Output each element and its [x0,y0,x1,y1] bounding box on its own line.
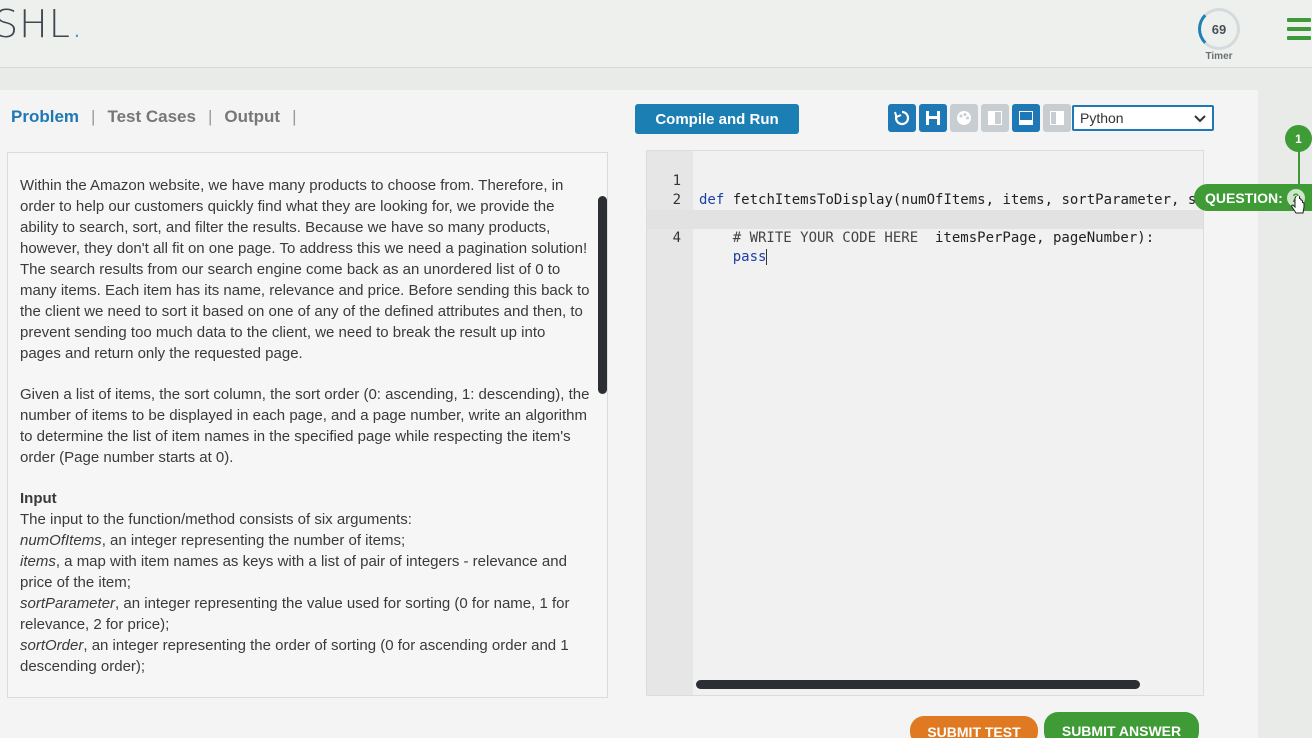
code-line[interactable]: 3 # WRITE YOUR CODE HERE [647,191,1203,246]
logo-text: SHL [0,2,71,46]
text-cursor [766,249,768,265]
problem-tabs: Problem | Test Cases | Output | [11,107,309,127]
code-keyword: pass [699,249,767,265]
hand-cursor-icon [1290,194,1306,221]
arg-desc: , a map with item names as keys with a l… [20,553,567,591]
code-line-active[interactable]: 4 pass [647,210,1203,265]
language-select[interactable]: Python [1072,105,1214,131]
arg-name: sortOrder [20,637,84,654]
hamburger-menu-icon[interactable] [1287,18,1311,40]
arg-name: items [20,553,56,570]
split-layout-icon[interactable] [1043,104,1071,132]
problem-text: Within the Amazon website, we have many … [20,175,590,677]
line-number: 4 [672,230,681,246]
arg-desc: , an integer representing the order of s… [20,637,569,675]
problem-paragraph-2: Given a list of items, the sort column, … [20,386,590,466]
timer-value: 69 [1211,21,1227,37]
tab-test-cases[interactable]: Test Cases [107,107,196,127]
editor-toolbar [888,104,1071,132]
language-value: Python [1080,110,1124,126]
code-text: pass [699,248,768,267]
problem-description-panel: Within the Amazon website, we have many … [7,152,608,698]
split-horizontal-icon[interactable] [1012,104,1040,132]
timer-label: Timer [1205,51,1233,62]
tab-problem[interactable]: Problem [11,107,79,127]
editor-horizontal-scrollbar[interactable] [696,680,1140,689]
arg-name: sortParameter [20,595,116,612]
timer-circle: 69 [1198,8,1240,50]
tab-separator: | [91,107,96,126]
question-label: QUESTION: [1205,189,1283,206]
code-line[interactable]: 1 def fetchItemsToDisplay(numOfItems, it… [647,153,1203,208]
arg-item: sortParameter, an integer representing t… [20,593,590,635]
question-number-badge[interactable]: 1 [1285,125,1312,152]
arg-item: numOfItems, an integer representing the … [20,530,590,551]
tab-output[interactable]: Output [224,107,280,127]
question-connector-line [1298,150,1300,186]
chevron-down-icon [1194,110,1206,126]
submit-answer-button[interactable]: SUBMIT ANSWER [1044,712,1199,738]
input-heading: Input [20,490,57,507]
tab-separator: | [207,107,213,126]
submit-test-button[interactable]: SUBMIT TEST [910,716,1038,738]
arg-desc: , an integer representing the number of … [101,532,406,549]
arg-item: sortOrder, an integer representing the o… [20,635,590,677]
problem-scrollbar[interactable] [598,196,607,394]
input-intro: The input to the function/method consist… [20,511,412,528]
reset-icon[interactable] [888,104,916,132]
save-icon[interactable] [919,104,947,132]
arg-item: items, a map with item names as keys wit… [20,551,590,593]
theme-icon[interactable] [950,104,978,132]
compile-and-run-button[interactable]: Compile and Run [635,104,799,134]
code-editor[interactable]: 1 def fetchItemsToDisplay(numOfItems, it… [646,150,1204,696]
logo-dot: . [70,2,84,46]
split-vertical-icon[interactable] [981,104,1009,132]
tab-separator: | [292,107,297,126]
code-comment: # WRITE YOUR CODE HERE [699,230,919,246]
shl-logo: SHL. [0,2,84,46]
arg-name: numOfItems [20,532,102,549]
problem-paragraph-1: Within the Amazon website, we have many … [20,177,590,362]
code-line[interactable]: 2 ▾ itemsPerPage, pageNumber): [647,172,1203,246]
top-bar: SHL. 69 Timer [0,0,1312,68]
